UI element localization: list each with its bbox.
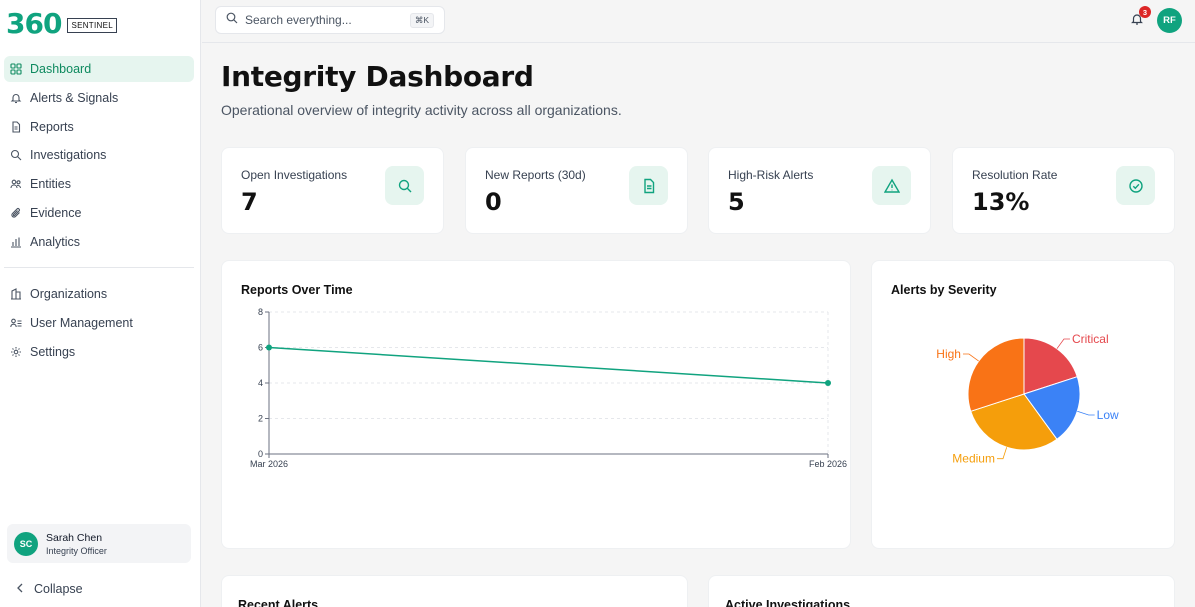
main-nav: Dashboard Alerts & Signals Reports Inves… bbox=[4, 56, 194, 258]
paperclip-icon bbox=[10, 207, 22, 219]
sidebar-item-label: Investigations bbox=[30, 148, 107, 163]
sidebar-item-organizations[interactable]: Organizations bbox=[4, 281, 194, 307]
sidebar-item-alerts[interactable]: Alerts & Signals bbox=[4, 85, 194, 111]
sidebar-item-entities[interactable]: Entities bbox=[4, 171, 194, 197]
bell-icon bbox=[10, 92, 22, 104]
panel-title: Recent Alerts bbox=[238, 598, 319, 607]
sidebar-item-dashboard[interactable]: Dashboard bbox=[4, 56, 194, 82]
check-circle-icon bbox=[1116, 166, 1155, 205]
sidebar-item-label: Analytics bbox=[30, 234, 81, 249]
topbar: Search everything... ⌘K 3 RF bbox=[202, 0, 1195, 43]
active-investigations-panel: Active Investigations bbox=[708, 575, 1175, 607]
stat-card-high-risk-alerts[interactable]: High-Risk Alerts 5 bbox=[708, 147, 931, 234]
keyboard-shortcut: ⌘K bbox=[409, 12, 434, 28]
avatar: SC bbox=[14, 531, 38, 556]
current-user-card[interactable]: SC Sarah Chen Integrity Officer bbox=[7, 524, 191, 563]
stat-value: 5 bbox=[728, 188, 745, 216]
search-placeholder: Search everything... bbox=[245, 13, 352, 27]
document-icon bbox=[629, 166, 668, 205]
series-line bbox=[268, 346, 829, 384]
y-tick-label: 0 bbox=[258, 449, 263, 459]
stat-label: Resolution Rate bbox=[972, 168, 1058, 182]
sidebar-item-label: Reports bbox=[30, 119, 74, 134]
x-tick-label: Mar 2026 bbox=[250, 459, 288, 469]
stat-label: High-Risk Alerts bbox=[728, 168, 814, 182]
sidebar-item-label: Organizations bbox=[30, 287, 108, 301]
slice-leader-line bbox=[996, 447, 1008, 460]
sidebar-item-evidence[interactable]: Evidence bbox=[4, 200, 194, 226]
stat-value: 13% bbox=[972, 188, 1030, 216]
slice-label: High bbox=[936, 347, 961, 361]
logo-badge: SENTINEL bbox=[67, 18, 117, 33]
x-tick-label: Feb 2026 bbox=[809, 459, 847, 469]
search-icon bbox=[226, 11, 238, 29]
reports-line-chart: 0 2 4 6 8 Mar 2026 Feb 2026 bbox=[250, 307, 847, 469]
slice-label: Medium bbox=[952, 452, 995, 466]
warning-icon bbox=[872, 166, 911, 205]
slice-leader-line bbox=[1077, 410, 1095, 416]
search-icon bbox=[385, 166, 424, 205]
stat-card-resolution-rate[interactable]: Resolution Rate 13% bbox=[952, 147, 1175, 234]
sidebar-item-label: Alerts & Signals bbox=[30, 90, 119, 105]
slice-leader-line bbox=[1056, 338, 1070, 349]
user-avatar[interactable]: RF bbox=[1157, 8, 1182, 33]
sidebar-item-label: Settings bbox=[30, 344, 76, 359]
sidebar: 360 SENTINEL Dashboard Alerts & Signals … bbox=[0, 0, 201, 607]
slice-label: Critical bbox=[1072, 332, 1109, 346]
chevron-left-icon bbox=[16, 582, 24, 596]
y-tick-label: 4 bbox=[258, 378, 263, 388]
alerts-by-severity-panel: Alerts by Severity Critical Low Medium High bbox=[871, 260, 1175, 549]
grid-icon bbox=[10, 63, 22, 75]
users-icon bbox=[10, 178, 22, 190]
stat-label: Open Investigations bbox=[241, 168, 348, 182]
sidebar-item-reports[interactable]: Reports bbox=[4, 114, 194, 140]
stat-value: 0 bbox=[485, 188, 502, 216]
nav-divider bbox=[4, 267, 194, 268]
sidebar-item-settings[interactable]: Settings bbox=[4, 339, 194, 365]
recent-alerts-panel: Recent Alerts bbox=[221, 575, 688, 607]
sidebar-item-label: Dashboard bbox=[30, 62, 92, 76]
y-tick-label: 8 bbox=[258, 307, 263, 317]
slice-label: Low bbox=[1097, 408, 1119, 422]
sidebar-item-analytics[interactable]: Analytics bbox=[4, 229, 194, 255]
building-icon bbox=[10, 288, 22, 300]
reports-over-time-panel: Reports Over Time 0 2 4 6 8 Mar 2026 Feb 2026 bbox=[221, 260, 851, 549]
bar-chart-icon bbox=[10, 236, 22, 248]
sidebar-item-label: User Management bbox=[30, 315, 133, 330]
panel-title: Active Investigations bbox=[725, 598, 851, 607]
sidebar-item-label: Evidence bbox=[30, 205, 82, 220]
user-list-icon bbox=[10, 317, 22, 329]
page-title: Integrity Dashboard bbox=[221, 60, 534, 93]
page-subtitle: Operational overview of integrity activi… bbox=[221, 102, 622, 118]
logo[interactable]: 360 SENTINEL bbox=[6, 10, 117, 38]
gear-icon bbox=[10, 346, 22, 358]
search-icon bbox=[10, 149, 22, 161]
user-role: Integrity Officer bbox=[46, 545, 107, 556]
search-input[interactable]: Search everything... ⌘K bbox=[215, 6, 445, 34]
stat-card-open-investigations[interactable]: Open Investigations 7 bbox=[221, 147, 444, 234]
y-tick-label: 2 bbox=[258, 414, 263, 424]
admin-nav: Organizations User Management Settings bbox=[4, 281, 194, 367]
stat-value: 7 bbox=[241, 188, 258, 216]
logo-mark: 360 bbox=[6, 7, 62, 40]
y-tick-label: 6 bbox=[258, 343, 263, 353]
notification-count-badge: 3 bbox=[1139, 6, 1151, 18]
stat-card-new-reports[interactable]: New Reports (30d) 0 bbox=[465, 147, 688, 234]
stat-label: New Reports (30d) bbox=[485, 168, 586, 182]
sidebar-item-label: Entities bbox=[30, 177, 71, 192]
data-point bbox=[825, 380, 831, 386]
slice-leader-line bbox=[962, 353, 979, 362]
collapse-label: Collapse bbox=[34, 582, 83, 596]
sidebar-item-investigations[interactable]: Investigations bbox=[4, 142, 194, 168]
collapse-button[interactable]: Collapse bbox=[16, 582, 83, 596]
data-point bbox=[266, 344, 272, 351]
severity-pie-chart: Critical Low Medium High bbox=[936, 332, 1119, 466]
sidebar-item-user-management[interactable]: User Management bbox=[4, 310, 194, 336]
document-icon bbox=[10, 121, 22, 133]
user-name: Sarah Chen bbox=[46, 531, 103, 544]
